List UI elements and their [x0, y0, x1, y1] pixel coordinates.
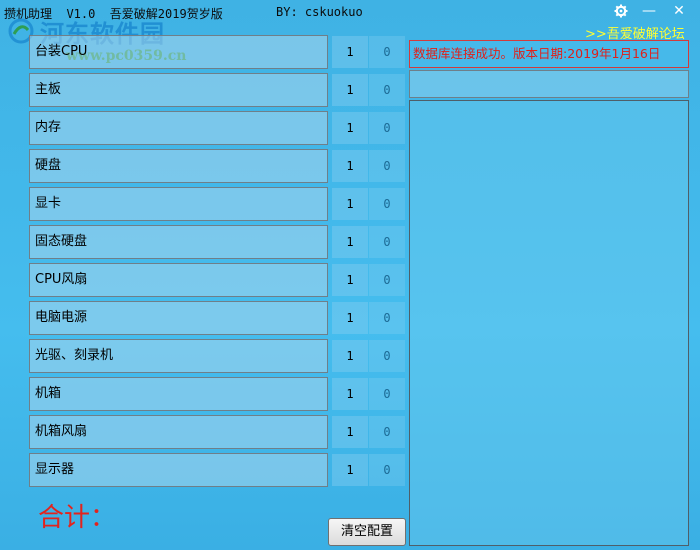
part-price: 0 — [369, 226, 405, 258]
clear-config-button[interactable]: 清空配置 — [328, 518, 406, 546]
part-quantity[interactable]: 1 — [332, 302, 368, 334]
part-quantity[interactable]: 1 — [332, 188, 368, 220]
close-icon: ✕ — [673, 3, 685, 19]
minimize-button[interactable]: — — [638, 2, 660, 20]
app-title: 攒机助理 V1.0 吾爱破解2019贺岁版 — [4, 7, 223, 21]
part-row: 显卡 1 0 — [29, 187, 407, 223]
part-row: 主板 1 0 — [29, 73, 407, 109]
part-quantity[interactable]: 1 — [332, 416, 368, 448]
part-row: 硬盘 1 0 — [29, 149, 407, 185]
gear-icon — [614, 4, 628, 18]
part-button[interactable]: 内存 — [29, 111, 328, 145]
settings-button[interactable] — [610, 2, 632, 20]
part-button[interactable]: 机箱风扇 — [29, 415, 328, 449]
part-quantity[interactable]: 1 — [332, 340, 368, 372]
config-output-area[interactable] — [409, 100, 689, 546]
part-button[interactable]: 显示器 — [29, 453, 328, 487]
part-button[interactable]: 机箱 — [29, 377, 328, 411]
close-button[interactable]: ✕ — [668, 2, 690, 20]
part-quantity[interactable]: 1 — [332, 378, 368, 410]
part-price: 0 — [369, 74, 405, 106]
part-button[interactable]: 主板 — [29, 73, 328, 107]
part-price: 0 — [369, 454, 405, 486]
part-price: 0 — [369, 416, 405, 448]
part-price: 0 — [369, 36, 405, 68]
part-row: 机箱 1 0 — [29, 377, 407, 413]
part-row: 电脑电源 1 0 — [29, 301, 407, 337]
part-button[interactable]: CPU风扇 — [29, 263, 328, 297]
part-quantity[interactable]: 1 — [332, 226, 368, 258]
part-quantity[interactable]: 1 — [332, 454, 368, 486]
part-button[interactable]: 光驱、刻录机 — [29, 339, 328, 373]
part-row: CPU风扇 1 0 — [29, 263, 407, 299]
part-quantity[interactable]: 1 — [332, 74, 368, 106]
part-button[interactable]: 显卡 — [29, 187, 328, 221]
part-quantity[interactable]: 1 — [332, 150, 368, 182]
part-row: 固态硬盘 1 0 — [29, 225, 407, 261]
search-input[interactable] — [409, 70, 689, 98]
part-quantity[interactable]: 1 — [332, 264, 368, 296]
part-button[interactable]: 台装CPU — [29, 35, 328, 69]
part-price: 0 — [369, 150, 405, 182]
status-message: 数据库连接成功。版本日期:2019年1月16日 — [409, 40, 689, 68]
part-row: 台装CPU 1 0 — [29, 35, 407, 71]
part-quantity[interactable]: 1 — [332, 36, 368, 68]
part-quantity[interactable]: 1 — [332, 112, 368, 144]
part-price: 0 — [369, 302, 405, 334]
part-button[interactable]: 固态硬盘 — [29, 225, 328, 259]
part-button[interactable]: 硬盘 — [29, 149, 328, 183]
part-price: 0 — [369, 112, 405, 144]
part-price: 0 — [369, 378, 405, 410]
part-row: 机箱风扇 1 0 — [29, 415, 407, 451]
author-label: BY: cskuokuo — [276, 5, 363, 19]
part-row: 光驱、刻录机 1 0 — [29, 339, 407, 375]
part-row: 内存 1 0 — [29, 111, 407, 147]
part-button[interactable]: 电脑电源 — [29, 301, 328, 335]
part-price: 0 — [369, 188, 405, 220]
minimize-icon: — — [642, 3, 656, 19]
part-row: 显示器 1 0 — [29, 453, 407, 489]
part-price: 0 — [369, 340, 405, 372]
total-label: 合计： — [38, 503, 117, 533]
part-price: 0 — [369, 264, 405, 296]
